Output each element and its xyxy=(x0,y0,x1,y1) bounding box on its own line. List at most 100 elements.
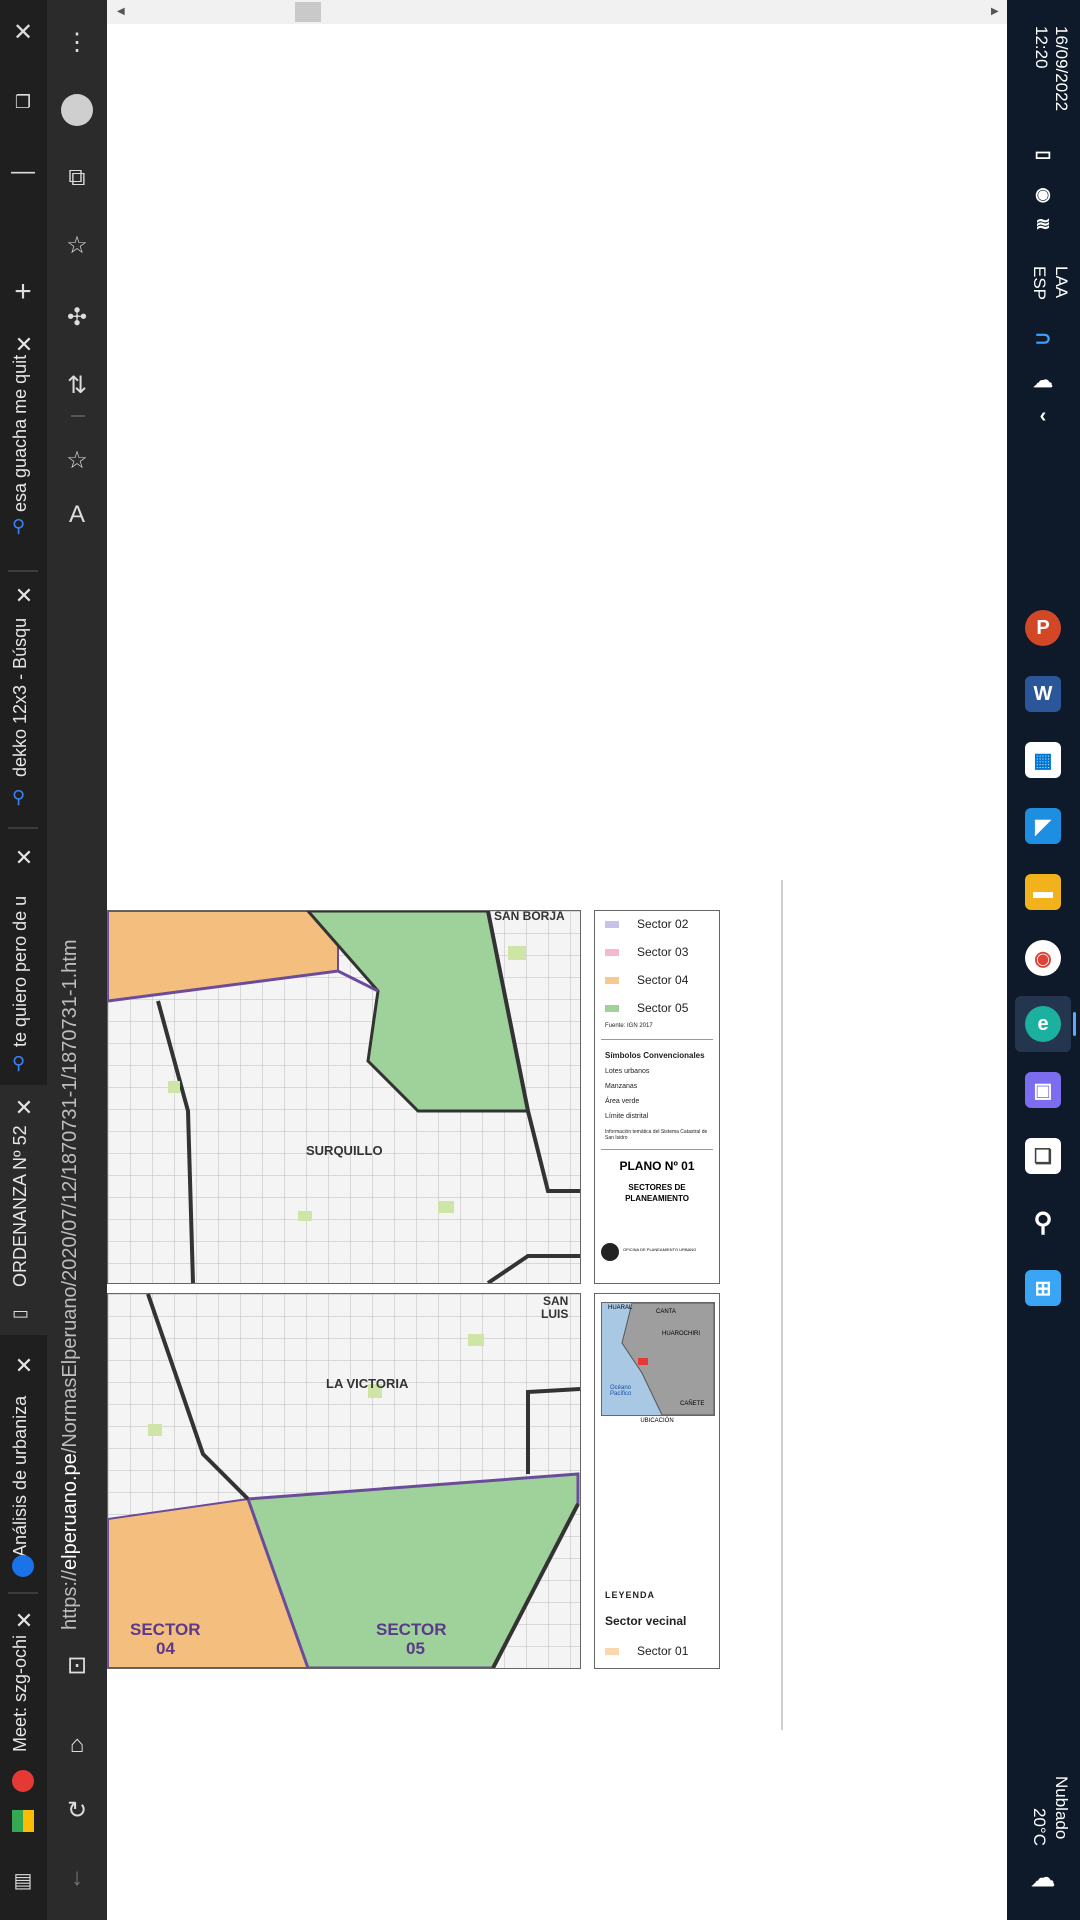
scroll-thumb[interactable] xyxy=(295,2,321,22)
tab-strip: ✕ ❐ — + ✕ esa guacha me quit ⚲ ✕ dekko 1… xyxy=(0,0,47,1920)
restore-window-icon[interactable]: ❐ xyxy=(3,82,43,122)
refresh-icon[interactable]: ↻ xyxy=(57,1790,97,1830)
map-surquillo: SURQUILLO SAN BORJA xyxy=(107,910,581,1284)
legend-source: Fuente: IGN 2017 xyxy=(605,1023,653,1029)
page-divider xyxy=(781,880,783,1730)
store-icon[interactable]: ▦ xyxy=(1025,742,1061,778)
legend-blocks: Manzanas xyxy=(605,1083,638,1090)
sidebar-icon[interactable]: ▤ xyxy=(3,1860,43,1900)
close-icon[interactable]: ✕ xyxy=(11,1353,37,1379)
sector-05-label: SECTOR xyxy=(376,1620,447,1639)
tab-title: Análisis de urbaniza xyxy=(10,1395,30,1557)
clock-date[interactable]: 16/09/2022 xyxy=(1051,26,1071,111)
tab-search-1[interactable]: ✕ esa guacha me quit ⚲ xyxy=(0,320,47,540)
horizontal-scrollbar[interactable]: ◀ ▶ xyxy=(107,0,1007,24)
tab-search-2[interactable]: ✕ dekko 12x3 - Búsqu ⚲ xyxy=(0,575,47,815)
show-hidden-icons[interactable]: ‹ xyxy=(1025,398,1061,434)
cloud-icon[interactable]: ☁ xyxy=(1025,1860,1061,1896)
page-icon: ▭ xyxy=(12,1303,30,1323)
language-2[interactable]: LAA xyxy=(1051,266,1071,298)
minimap-huarochiri: HUAROCHIRI xyxy=(662,1331,701,1337)
plan-title-1: SECTORES DE xyxy=(628,1183,686,1192)
onedrive-icon[interactable]: ☁ xyxy=(1025,362,1061,398)
minimap-canta: CANTA xyxy=(656,1309,676,1315)
new-tab-icon[interactable]: + xyxy=(3,272,43,312)
district-label: LA VICTORIA xyxy=(326,1376,409,1391)
search-icon[interactable]: ⚲ xyxy=(1025,1204,1061,1240)
sector-04-number: 04 xyxy=(156,1639,175,1658)
new-tab-label: + xyxy=(14,275,32,308)
close-icon[interactable]: ✕ xyxy=(11,583,37,609)
legend-info: Información temática del Sistema Catastr… xyxy=(605,1129,708,1141)
weather-desc[interactable]: Nublado xyxy=(1051,1776,1071,1839)
tab-search-3[interactable]: ✕ te quiero pero de u ⚲ xyxy=(0,835,47,1075)
app-icon[interactable]: ◤ xyxy=(1025,808,1061,844)
address-bar[interactable]: https://elperuano.pe/NormasElperuano/202… xyxy=(59,890,82,1630)
legend-sector01: Sector 01 xyxy=(637,1644,689,1658)
favorites-icon[interactable]: ☆ xyxy=(57,225,97,265)
close-icon[interactable]: ✕ xyxy=(11,1095,37,1121)
legend-green-area: Área verde xyxy=(605,1098,640,1105)
close-icon[interactable]: ✕ xyxy=(11,845,37,871)
edge-icon[interactable]: e xyxy=(1025,1006,1061,1042)
avatar[interactable] xyxy=(57,90,97,130)
tab-title: ORDENANZA Nº 52 xyxy=(10,1125,30,1287)
close-icon[interactable]: ✕ xyxy=(11,1608,37,1634)
page-info-icon[interactable]: ⊡ xyxy=(57,1645,97,1685)
tab-title: esa guacha me quit xyxy=(10,354,30,512)
tab-active-ordenanza[interactable]: ✕ ORDENANZA Nº 52 ▭ xyxy=(0,1085,47,1335)
url-domain: elperuano.pe xyxy=(59,1453,81,1570)
tab-title: Meet: szg-ochi xyxy=(10,1634,30,1752)
teams-icon[interactable]: ▣ xyxy=(1025,1072,1061,1108)
legend-sector04: Sector 04 xyxy=(637,973,689,987)
more-options-icon[interactable]: ⋮ xyxy=(57,22,97,62)
plan-title-2: PLANEAMIENTO xyxy=(625,1194,689,1203)
language-1[interactable]: ESP xyxy=(1029,266,1049,300)
task-view-icon[interactable]: ❏ xyxy=(1025,1138,1061,1174)
legend-lower: HUARAL CANTA HUAROCHIRI CAÑETE Océano Pa… xyxy=(594,1293,720,1669)
legend-district-limit: Límite distrital xyxy=(605,1113,649,1120)
minimize-window-icon[interactable]: — xyxy=(3,152,43,192)
weather-temp[interactable]: 20°C xyxy=(1029,1808,1049,1846)
scroll-left-icon[interactable]: ◀ xyxy=(117,6,125,17)
search-icon: ⚲ xyxy=(12,787,26,807)
meet-icon xyxy=(12,1810,34,1832)
plan-number: PLANO Nº 01 xyxy=(619,1159,695,1173)
word-icon[interactable]: W xyxy=(1025,676,1061,712)
location-minimap: HUARAL CANTA HUAROCHIRI CAÑETE Océano Pa… xyxy=(601,1302,715,1416)
extensions-icon[interactable]: ✣ xyxy=(57,297,97,337)
tab-title: dekko 12x3 - Búsqu xyxy=(10,617,30,777)
battery-icon[interactable]: ▭ xyxy=(1025,136,1061,172)
municipal-seal-icon xyxy=(601,1243,619,1261)
neighbor-label: SAN BORJA xyxy=(494,910,565,923)
legend-symbols-title: Símbolos Convencionales xyxy=(605,1051,705,1060)
location-caption: UBICACIÓN xyxy=(640,1418,674,1424)
office-label: OFICINA DE PLANEAMIENTO URBANO xyxy=(623,1247,697,1252)
clock-time[interactable]: 12:20 xyxy=(1031,26,1051,69)
district-label: SURQUILLO xyxy=(306,1143,383,1158)
wifi-icon[interactable]: ≋ xyxy=(1025,206,1061,242)
back-icon[interactable]: ↓ xyxy=(57,1858,97,1898)
tab-meet[interactable]: ✕ Meet: szg-ochi xyxy=(0,1600,47,1800)
url-prefix: https:// xyxy=(59,1569,81,1630)
powerpoint-icon[interactable]: P xyxy=(1025,610,1061,646)
split-screen-icon[interactable]: ⇅ xyxy=(57,365,97,405)
tab-analisis[interactable]: ✕ Análisis de urbaniza xyxy=(0,1345,47,1585)
active-indicator xyxy=(1073,1012,1076,1036)
home-icon[interactable]: ⌂ xyxy=(57,1725,97,1765)
scroll-right-icon[interactable]: ▶ xyxy=(991,6,999,17)
file-explorer-icon[interactable]: ▬ xyxy=(1025,874,1061,910)
neighbor-label-1: SAN xyxy=(543,1294,569,1308)
chrome-icon[interactable]: ◉ xyxy=(1025,940,1061,976)
legend-sector05: Sector 05 xyxy=(637,1001,689,1015)
search-icon: ⚲ xyxy=(12,516,26,536)
read-aloud-icon[interactable]: A xyxy=(57,495,97,535)
legend-sector03: Sector 03 xyxy=(637,945,689,959)
close-window-icon[interactable]: ✕ xyxy=(3,12,43,52)
add-favorite-icon[interactable]: ☆ xyxy=(57,440,97,480)
legend-upper: Sector 02 Sector 03 Sector 04 Sector 05 … xyxy=(594,910,720,1284)
collections-icon[interactable]: ⧉ xyxy=(57,158,97,198)
taskbar: 12:20 16/09/2022 ▭ ◉ ≋ ESP LAA ⊃ ☁ ‹ P W… xyxy=(1007,0,1080,1920)
windows-start-icon[interactable]: ⊞ xyxy=(1025,1270,1061,1306)
cortana-icon[interactable]: ⊃ xyxy=(1025,320,1061,356)
